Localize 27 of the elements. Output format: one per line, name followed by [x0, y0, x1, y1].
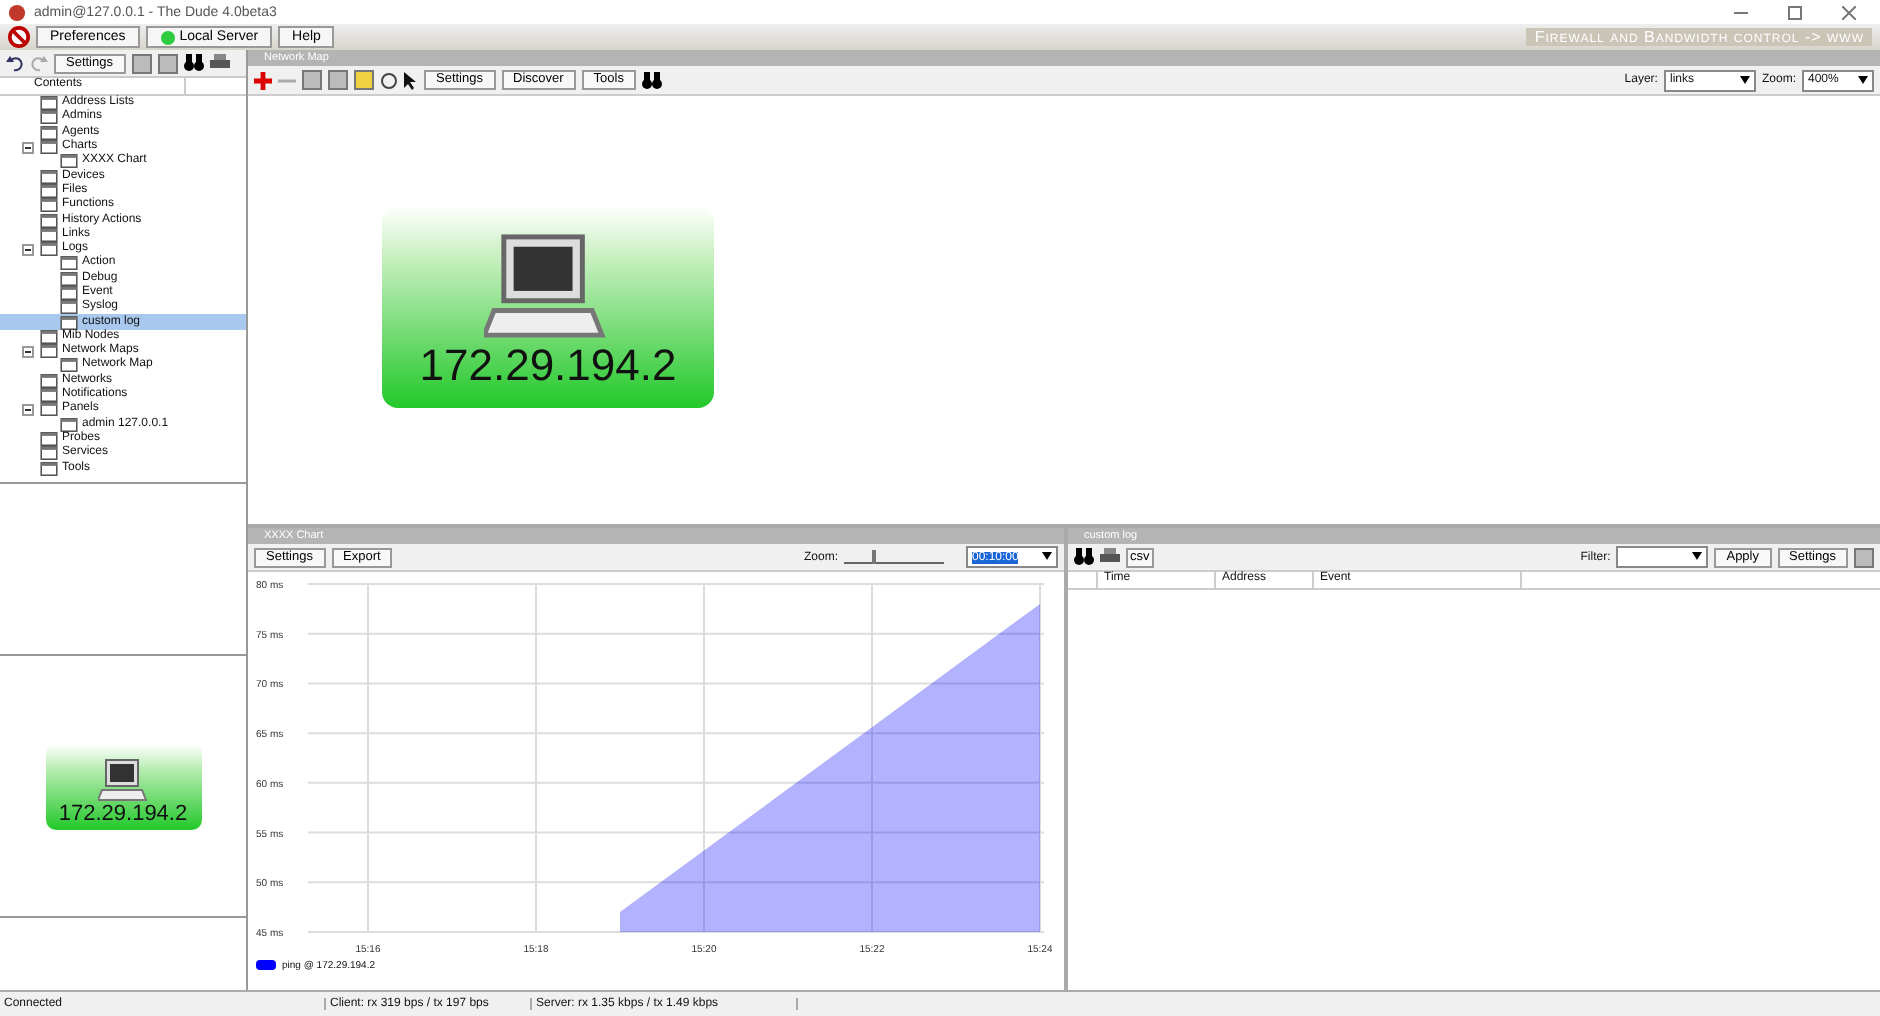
- status-dot-icon: [159, 29, 176, 45]
- computer-icon: [97, 757, 149, 801]
- caret-icon: [1042, 552, 1052, 560]
- binoculars-icon[interactable]: [183, 54, 203, 72]
- stop-icon[interactable]: [8, 26, 30, 48]
- slider-thumb[interactable]: [872, 550, 877, 564]
- expand-toggle[interactable]: [22, 243, 34, 256]
- expand-toggle[interactable]: [22, 345, 34, 358]
- close-icon[interactable]: [1842, 5, 1856, 19]
- add-icon[interactable]: [254, 71, 272, 89]
- filter-dropdown[interactable]: [1616, 546, 1709, 568]
- pointer-icon[interactable]: [404, 71, 418, 89]
- expand-toggle[interactable]: [22, 403, 34, 416]
- binoculars-icon[interactable]: [641, 71, 662, 89]
- printer-icon[interactable]: [209, 54, 229, 72]
- undo-icon[interactable]: [6, 54, 24, 72]
- app-logo-icon: [8, 3, 26, 21]
- expand-toggle[interactable]: [22, 141, 34, 154]
- caret-icon: [1858, 75, 1868, 83]
- device-node[interactable]: 172.29.194.2: [45, 743, 201, 829]
- maximize-icon[interactable]: [1788, 5, 1802, 19]
- printer-icon[interactable]: [1100, 548, 1120, 566]
- binoculars-icon[interactable]: [1074, 548, 1094, 566]
- caret-icon: [1739, 75, 1750, 83]
- computer-icon: [484, 232, 612, 340]
- caret-icon: [1692, 552, 1703, 560]
- device-node[interactable]: 172.29.194.2: [382, 206, 714, 408]
